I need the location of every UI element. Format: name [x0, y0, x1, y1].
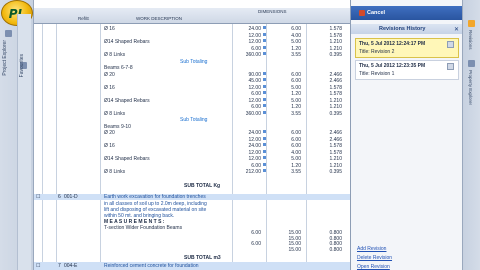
subtotal-kg-row: SUB TOTAL Kg — [34, 182, 350, 190]
revision-date: Thu, 5 Jul 2012 12:24:17 PM — [359, 41, 426, 47]
row-dim: 3.55 — [291, 169, 301, 175]
header-ref: Ref/E — [78, 16, 90, 21]
cell-marker-icon — [263, 156, 266, 159]
row-tot: 0.395 — [329, 169, 342, 175]
revision-icon — [447, 63, 454, 70]
cell-marker-icon — [263, 84, 266, 88]
bill-of-quantities-sheet[interactable]: Ref/E WORK DESCRIPTION DIMENSIONS Ø 16 24… — [34, 0, 350, 270]
cell-marker-icon — [263, 162, 266, 166]
row-dim: 15.00 — [288, 246, 301, 253]
cell-marker-icon — [263, 32, 266, 36]
cell-marker-icon — [263, 71, 266, 75]
cell-marker-icon — [263, 52, 266, 55]
cell-marker-icon — [263, 169, 266, 172]
cell-marker-icon — [263, 130, 266, 133]
project-explorer-icon — [5, 30, 12, 37]
cell-marker-icon — [263, 97, 266, 101]
cell-marker-icon — [263, 110, 266, 114]
revision-item[interactable]: Thu, 5 Jul 2012 12:24:17 PM Title: Revis… — [355, 38, 459, 58]
revisions-panel: Cancel Revisions History ✕ Thu, 5 Jul 20… — [350, 0, 463, 270]
item-7-number: 7 — [58, 263, 61, 269]
tab-project-explorer[interactable]: Project Explorer — [2, 40, 16, 76]
cell-marker-icon — [263, 143, 266, 146]
revision-title: Title: Revision 2 — [359, 49, 395, 55]
cell-marker-icon — [263, 45, 266, 49]
row-description: Ø 8 Links — [104, 169, 126, 175]
column-header-bar: Ref/E WORK DESCRIPTION DIMENSIONS — [34, 8, 350, 24]
header-dimensions: DIMENSIONS — [258, 9, 287, 14]
revisions-history-title: Revisions History — [379, 26, 426, 32]
item-7-code: 004-E — [64, 263, 78, 269]
quantity-row[interactable]: Ø 8 Links 212.00 3.55 0.395 — [34, 168, 350, 176]
item-7-row[interactable]: ☐ 7 004-E Reinforced cement concrete for… — [34, 262, 350, 270]
cell-marker-icon — [263, 39, 266, 42]
panel-toolbar: Cancel — [351, 6, 463, 20]
cell-marker-icon — [263, 26, 266, 29]
tab-property-explorer[interactable]: Property Explorer — [468, 70, 473, 105]
revision-item[interactable]: Thu, 5 Jul 2012 12:23:35 PM Title: Revis… — [355, 60, 459, 80]
close-icon[interactable]: ✕ — [454, 25, 459, 35]
cell-marker-icon — [263, 78, 266, 81]
item-7-line: Reinforced cement concrete for foundatio… — [104, 263, 199, 269]
right-dock: Revisions Property Explorer — [462, 0, 480, 270]
tab-favourites[interactable]: Favourites — [19, 54, 33, 77]
left-dock: PL Project Explorer Favourites — [0, 0, 34, 270]
header-description: WORK DESCRIPTION — [136, 16, 183, 21]
revisions-history-header: Revisions History ✕ — [351, 24, 463, 34]
revision-title: Title: Revision 1 — [359, 71, 395, 77]
row-tot: 0.800 — [329, 246, 342, 253]
quantity-row[interactable]: 15.00 0.800 — [34, 246, 350, 254]
cell-marker-icon — [263, 149, 266, 153]
subtotal-kg-label: SUB TOTAL Kg — [184, 183, 221, 189]
item-7-checkbox[interactable]: ☐ — [36, 263, 40, 269]
revisions-tab-icon — [468, 20, 475, 27]
cancel-button[interactable]: Cancel — [355, 8, 389, 18]
cell-marker-icon — [263, 104, 266, 107]
subtotal-m3-label: SUB TOTAL m3 — [184, 255, 221, 261]
revision-date: Thu, 5 Jul 2012 12:23:35 PM — [359, 63, 426, 69]
cell-marker-icon — [263, 91, 266, 94]
add-revision-link[interactable]: Add Revision — [357, 246, 386, 252]
delete-revision-link[interactable]: Delete Revision — [357, 255, 392, 261]
subtotal-m3-row: SUB TOTAL m3 — [34, 254, 350, 262]
row-qty: 212.00 — [245, 169, 261, 175]
cancel-icon — [359, 9, 365, 16]
cancel-label: Cancel — [367, 10, 386, 16]
open-revision-link[interactable]: Open Revision — [357, 264, 390, 270]
property-explorer-icon — [468, 60, 475, 67]
revision-icon — [447, 41, 454, 48]
left-dock-strip — [17, 14, 31, 270]
tab-revisions[interactable]: Revisions — [468, 30, 473, 50]
cell-marker-icon — [263, 136, 266, 140]
